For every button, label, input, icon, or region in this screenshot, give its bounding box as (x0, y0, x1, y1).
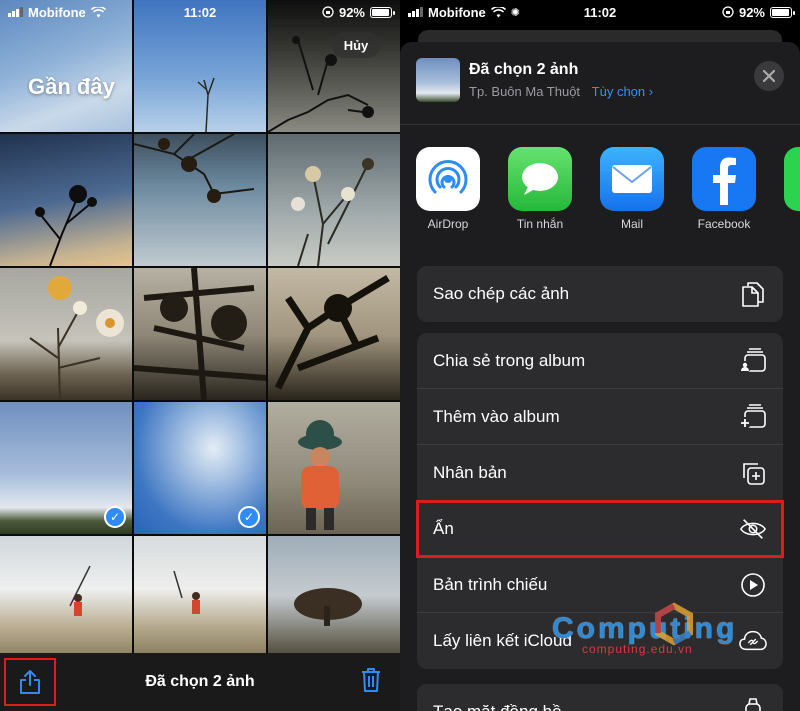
actions-group-watch: Tạo mặt đồng hồ (417, 684, 783, 711)
clock: 11:02 (583, 4, 617, 20)
divider (400, 124, 800, 125)
share-app-partial[interactable] (784, 147, 800, 231)
share-sheet-screen: Mobifone ✺ 11:02 92% Đã chọn 2 ảnh Tp. B… (400, 0, 800, 711)
share-sheet-title: Đã chọn 2 ảnh (469, 61, 579, 78)
delete-button[interactable] (360, 667, 382, 698)
add-to-album-icon (739, 403, 767, 431)
bottom-toolbar: Đã chọn 2 ảnh (0, 653, 400, 711)
brand-logo-icon (655, 602, 693, 646)
album-title: Gần đây (28, 74, 115, 99)
share-app-label: Tin nhắn (516, 217, 564, 231)
share-sheet-subtitle: Tp. Buôn Ma Thuột Tùy chọn › (469, 84, 653, 99)
cancel-button[interactable]: Hủy (332, 32, 380, 58)
facebook-icon (692, 147, 756, 211)
photo-thumbnail[interactable] (0, 134, 132, 266)
action-add-to-album[interactable]: Thêm vào album (417, 389, 783, 445)
trash-icon (362, 668, 380, 692)
photo-thumbnail-selected[interactable]: ✓ (0, 402, 132, 534)
carrier-label: Mobifone (428, 4, 486, 20)
orientation-lock-icon (722, 6, 734, 18)
share-sheet-header: Đã chọn 2 ảnh Tp. Buôn Ma Thuột Tùy chọn… (416, 58, 784, 108)
watch-icon (739, 698, 767, 711)
action-label: Tạo mặt đồng hồ (433, 702, 562, 711)
hide-icon (739, 515, 767, 543)
action-label: Thêm vào album (433, 406, 560, 426)
options-link[interactable]: Tùy chọn › (592, 84, 653, 99)
share-sheet: Đã chọn 2 ảnh Tp. Buôn Ma Thuột Tùy chọn… (400, 42, 800, 711)
photo-thumbnail[interactable] (134, 536, 266, 668)
action-label: Bản trình chiếu (433, 574, 548, 594)
shared-album-icon (739, 347, 767, 375)
chevron-right-icon: › (648, 84, 654, 99)
action-hide[interactable]: Ẩn (416, 500, 784, 558)
airdrop-icon (416, 147, 480, 211)
clock: 11:02 (183, 4, 217, 20)
options-label: Tùy chọn (591, 84, 646, 99)
selected-check-icon: ✓ (104, 506, 126, 528)
action-label: Chia sẻ trong album (433, 350, 586, 370)
battery-percent: 92% (738, 4, 765, 20)
battery-icon (370, 6, 395, 18)
photo-thumbnail[interactable] (268, 536, 400, 668)
photo-thumbnail[interactable] (0, 268, 132, 400)
carrier-label: Mobifone (28, 4, 86, 20)
app-icon-partial (784, 147, 800, 211)
action-label: Sao chép các ảnh (433, 284, 570, 303)
battery-percent: 92% (338, 4, 365, 20)
photo-thumbnail-selected[interactable]: ✓ (134, 402, 266, 534)
action-label: Ẩn (433, 518, 454, 538)
watermark: Computing computing.edu.vn (552, 602, 738, 656)
photo-thumbnail[interactable] (0, 536, 132, 668)
action-duplicate[interactable]: Nhân bản (417, 445, 783, 501)
action-label: Nhân bản (433, 462, 507, 482)
close-button[interactable] (754, 61, 784, 91)
share-app-mail[interactable]: Mail (600, 147, 664, 231)
photo-thumbnail[interactable] (268, 134, 400, 266)
copy-icon (739, 280, 767, 308)
loading-spinner-icon: ✺ (510, 6, 520, 19)
orientation-lock-icon (322, 6, 334, 18)
share-button[interactable] (4, 658, 56, 706)
action-shared-album[interactable]: Chia sẻ trong album (417, 333, 783, 389)
action-create-watch-face[interactable]: Tạo mặt đồng hồ (417, 684, 783, 711)
wifi-icon (490, 6, 506, 17)
share-apps-row: AirDrop Tin nhắn Mail Facebook (416, 147, 800, 231)
status-bar: Mobifone ✺ 11:02 92% (400, 0, 800, 24)
messages-icon (508, 147, 572, 211)
share-app-label: Mail (620, 217, 643, 231)
wifi-icon (90, 6, 106, 17)
location-label: Tp. Buôn Ma Thuột (469, 84, 581, 99)
close-icon (763, 70, 775, 82)
duplicate-icon (739, 459, 767, 487)
selection-count-title: Đã chọn 2 ảnh (145, 673, 255, 690)
action-copy-photos[interactable]: Sao chép các ảnh (417, 266, 783, 322)
action-slideshow[interactable]: Bản trình chiếu (417, 557, 783, 613)
photo-thumbnail[interactable] (268, 402, 400, 534)
photos-grid-screen: Mobifone 11:02 92% ✓ ✓ Gần đây Hủy Đã ch… (0, 0, 400, 711)
signal-icon (408, 7, 423, 17)
photo-thumbnail[interactable] (268, 268, 400, 400)
share-app-label: AirDrop (427, 217, 469, 231)
share-icon (20, 670, 40, 694)
status-bar: Mobifone 11:02 92% (0, 0, 400, 24)
mail-icon (600, 147, 664, 211)
watermark-brand: Computing (552, 612, 738, 645)
battery-icon (770, 6, 795, 18)
share-app-label: Facebook (697, 217, 751, 231)
photo-thumbnail[interactable] (134, 134, 266, 266)
share-app-messages[interactable]: Tin nhắn (508, 147, 572, 231)
icloud-link-icon (739, 627, 767, 655)
actions-group-copy: Sao chép các ảnh (417, 266, 783, 322)
slideshow-icon (739, 571, 767, 599)
photo-thumbnail[interactable] (134, 268, 266, 400)
selection-thumbnail (416, 58, 460, 102)
share-app-facebook[interactable]: Facebook (692, 147, 756, 231)
signal-icon (8, 7, 23, 17)
share-app-airdrop[interactable]: AirDrop (416, 147, 480, 231)
selected-check-icon: ✓ (238, 506, 260, 528)
